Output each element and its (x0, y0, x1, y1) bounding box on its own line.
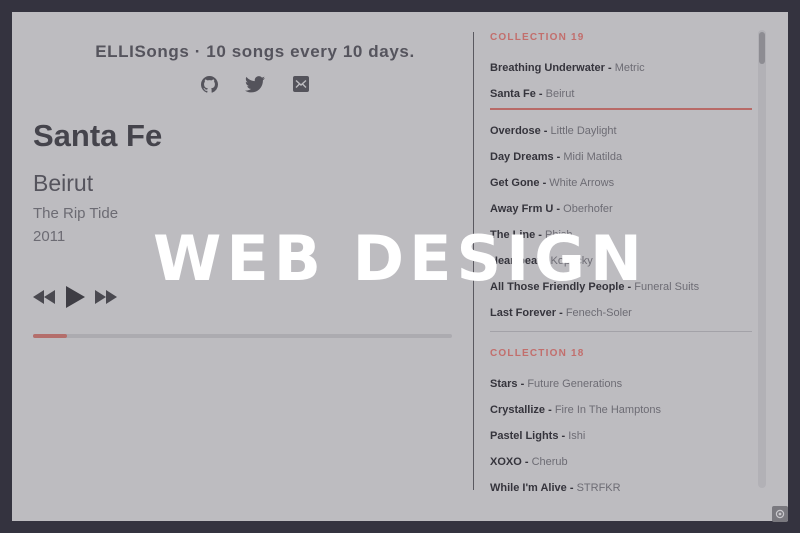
site-header: ELLISongs · 10 songs every 10 days. (12, 42, 498, 94)
track-separator: - (553, 151, 564, 163)
track-separator: - (540, 125, 551, 137)
playlist-track[interactable]: Get Gone - White Arrows (490, 170, 752, 196)
track-separator: - (566, 482, 577, 494)
track-title: Get Gone (490, 177, 540, 189)
site-tagline: ELLISongs · 10 songs every 10 days. (95, 42, 415, 61)
collection-separator (490, 331, 752, 332)
playlist-track[interactable]: While I'm Alive - STRFKR (490, 475, 752, 501)
track-title: Stars (490, 378, 518, 390)
track-title: Away Frm U (490, 203, 554, 215)
song-album: The Rip Tide (33, 205, 119, 222)
track-artist: Midi Matilda (563, 151, 623, 163)
track-title: Santa Fe (490, 88, 536, 100)
track-artist: Oberhofer (563, 203, 613, 215)
social-links (12, 74, 498, 94)
track-artist: Future Generations (527, 378, 623, 390)
track-artist: Cherub (531, 456, 568, 468)
track-title: XOXO (490, 456, 522, 468)
track-separator: - (535, 88, 546, 100)
track-title: Crystallize (490, 404, 546, 416)
corner-badge-icon (772, 506, 788, 522)
track-title: Pastel Lights (490, 430, 559, 442)
playlist-track[interactable]: Day Dreams - Midi Matilda (490, 144, 752, 170)
playlist-track[interactable]: Breathing Underwater - Metric (490, 55, 752, 81)
track-separator: - (556, 307, 566, 319)
track-title: Day Dreams (490, 151, 554, 163)
track-separator: - (521, 456, 532, 468)
playlist-track[interactable]: XOXO - Cherub (490, 449, 752, 475)
playlist-track[interactable]: Santa Fe - Beirut (490, 81, 752, 110)
progress-bar[interactable] (33, 334, 452, 338)
playlist-track[interactable]: Pastel Lights - Ishi (490, 423, 752, 449)
track-artist: White Arrows (549, 177, 615, 189)
github-icon[interactable] (199, 74, 219, 94)
song-artist: Beirut (33, 170, 94, 196)
track-title: Overdose (490, 125, 541, 137)
track-artist: Ishi (568, 430, 586, 442)
playlist-track[interactable]: Crystallize - Fire In The Hamptons (490, 397, 752, 423)
track-artist: Beirut (545, 88, 575, 100)
playlist-track[interactable]: Stars - Future Generations (490, 371, 752, 397)
track-separator: - (517, 378, 528, 390)
track-title: While I'm Alive (490, 482, 567, 494)
track-separator: - (539, 177, 550, 189)
playlist-track[interactable]: Overdose - Little Daylight (490, 118, 752, 144)
track-artist: Metric (614, 62, 645, 74)
track-title: Last Forever (490, 307, 557, 319)
track-title: Breathing Underwater (490, 62, 605, 74)
track-separator: - (604, 62, 615, 74)
track-separator: - (558, 430, 569, 442)
twitter-icon[interactable] (245, 74, 265, 94)
track-separator: - (545, 404, 555, 416)
track-artist: Fenech-Soler (565, 307, 632, 319)
playlist-track[interactable]: Away Frm U - Oberhofer (490, 196, 752, 222)
playlist-track[interactable]: Last Forever - Fenech-Soler (490, 300, 752, 326)
overlay-title: WEB DESIGN (153, 222, 647, 295)
song-title: Santa Fe (33, 118, 163, 153)
track-artist: Little Daylight (550, 125, 617, 137)
progress-fill (33, 334, 67, 338)
collection-title: COLLECTION 19 (490, 32, 585, 43)
track-artist: Fire In The Hamptons (554, 404, 661, 416)
scrollbar-thumb[interactable] (759, 32, 765, 64)
track-separator: - (553, 203, 564, 215)
mail-icon[interactable] (291, 74, 311, 94)
collection-title: COLLECTION 18 (490, 348, 585, 359)
track-artist: STRFKR (576, 482, 621, 494)
